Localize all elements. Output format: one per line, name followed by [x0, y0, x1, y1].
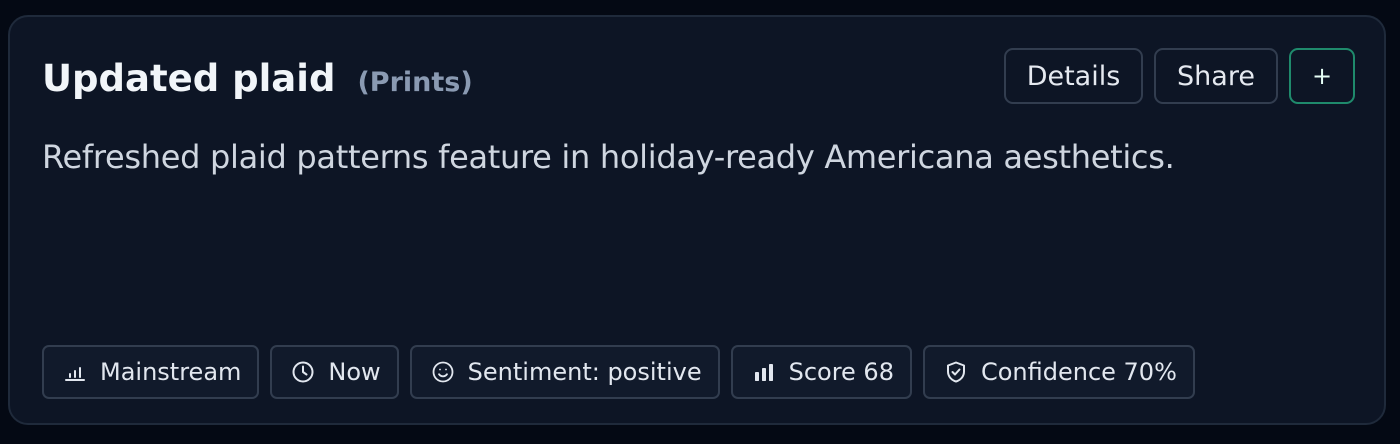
tag-score: Score 68 [730, 345, 912, 399]
trend-card: Updated plaid (Prints) Details Share + R… [8, 15, 1386, 425]
tag-reach: Mainstream [42, 345, 260, 399]
card-category: (Prints) [357, 67, 473, 98]
shield-check-icon [944, 360, 968, 384]
card-title-row: Updated plaid (Prints) [42, 57, 473, 100]
tag-list: Mainstream Now Sentiment: positive Score… [42, 345, 1195, 399]
tag-timing-label: Now [328, 358, 381, 386]
card-title: Updated plaid [42, 57, 336, 100]
clock-icon [291, 360, 315, 384]
add-button[interactable]: + [1289, 48, 1355, 104]
tag-confidence: Confidence 70% [922, 345, 1195, 399]
card-actions: Details Share + [1004, 48, 1355, 104]
tag-reach-label: Mainstream [100, 358, 242, 386]
card-description: Refreshed plaid patterns feature in holi… [42, 138, 1175, 176]
tag-score-label: Score 68 [788, 358, 894, 386]
share-button[interactable]: Share [1154, 48, 1278, 104]
bar-chart-low-icon [63, 360, 87, 384]
smiley-icon [431, 360, 455, 384]
bar-chart-icon [752, 360, 776, 384]
tag-confidence-label: Confidence 70% [980, 358, 1177, 386]
tag-timing: Now [270, 345, 399, 399]
details-button[interactable]: Details [1004, 48, 1143, 104]
tag-sentiment-label: Sentiment: positive [467, 358, 702, 386]
tag-sentiment: Sentiment: positive [409, 345, 720, 399]
